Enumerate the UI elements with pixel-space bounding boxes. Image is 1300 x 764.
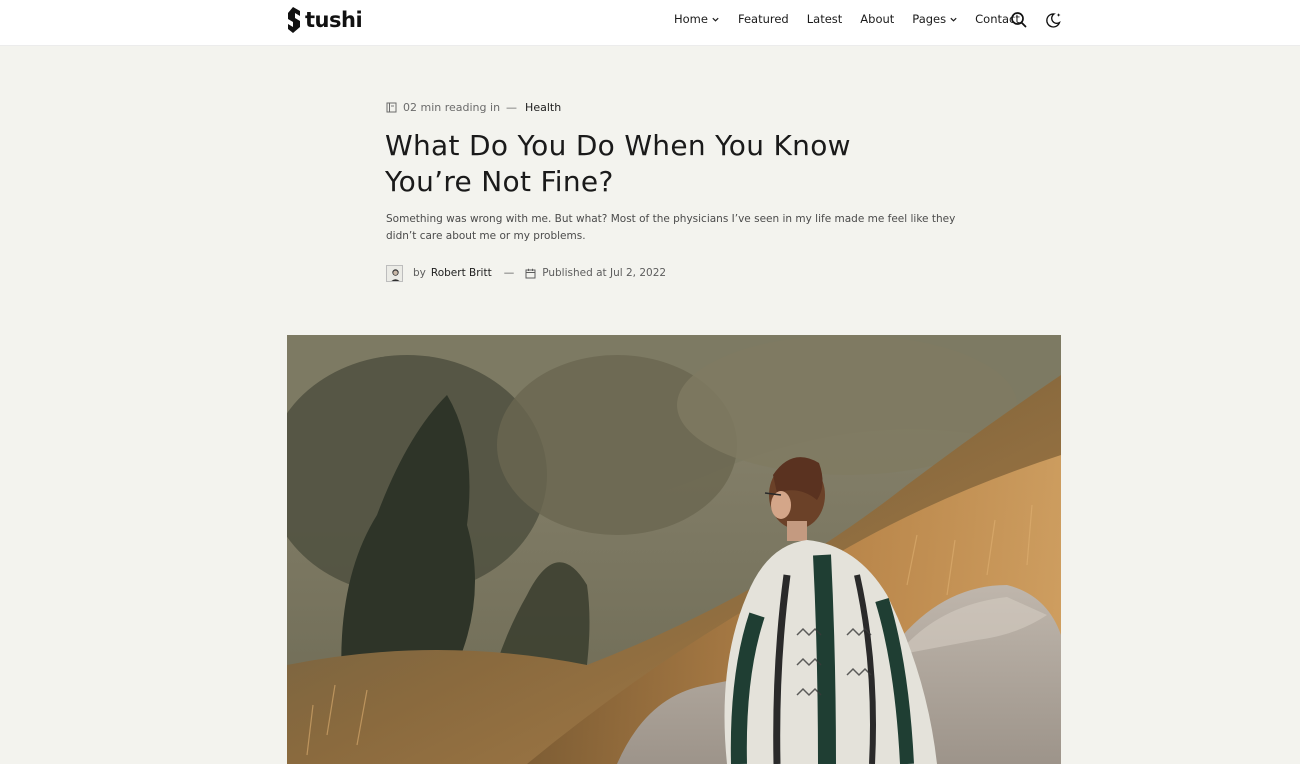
nav-item-about[interactable]: About [860, 12, 894, 26]
published-date: Published at Jul 2, 2022 [542, 267, 667, 279]
chevron-down-icon [950, 17, 957, 22]
book-icon [386, 102, 397, 112]
theme-toggle-button[interactable] [1043, 10, 1063, 30]
reading-time: 02 min reading in [403, 100, 501, 114]
site-header: tushi Home Featured Latest About Pages C… [0, 0, 1300, 46]
author-link[interactable]: Robert Britt [431, 267, 492, 279]
logo-icon [288, 7, 300, 33]
category-link[interactable]: Health [525, 101, 561, 114]
nav-item-home[interactable]: Home [674, 12, 720, 26]
author-prefix: by [413, 267, 426, 279]
article-excerpt: Something was wrong with me. But what? M… [386, 213, 956, 242]
nav-item-label: Latest [806, 12, 843, 26]
article-title: What Do You Do When You Know You’re Not … [385, 129, 851, 198]
chevron-down-icon [712, 17, 719, 22]
author-row: by Robert Britt — Published at Jul 2, 20… [386, 264, 666, 282]
meta-separator: — [503, 267, 515, 279]
nav-item-label: Featured [737, 12, 789, 26]
avatar[interactable] [386, 264, 403, 282]
nav-item-label: Home [674, 12, 708, 26]
moon-icon [1046, 13, 1061, 28]
nav-item-label: Pages [912, 12, 947, 26]
hero-photo [287, 335, 1061, 764]
search-icon [1011, 12, 1027, 28]
article-meta-top: 02 min reading in — Health [386, 99, 561, 115]
hero-image [287, 335, 1061, 764]
nav-item-pages[interactable]: Pages [912, 12, 958, 26]
nav-item-latest[interactable]: Latest [807, 12, 843, 26]
nav-item-label: About [860, 12, 895, 26]
nav-item-featured[interactable]: Featured [738, 12, 789, 26]
search-button[interactable] [1009, 10, 1029, 30]
avatar-image [387, 265, 402, 281]
site-logo[interactable]: tushi [286, 6, 363, 34]
main-nav: Home Featured Latest About Pages Contact [674, 0, 1020, 38]
calendar-icon [525, 268, 536, 278]
logo-text: tushi [305, 8, 363, 32]
meta-separator: — [506, 100, 518, 114]
